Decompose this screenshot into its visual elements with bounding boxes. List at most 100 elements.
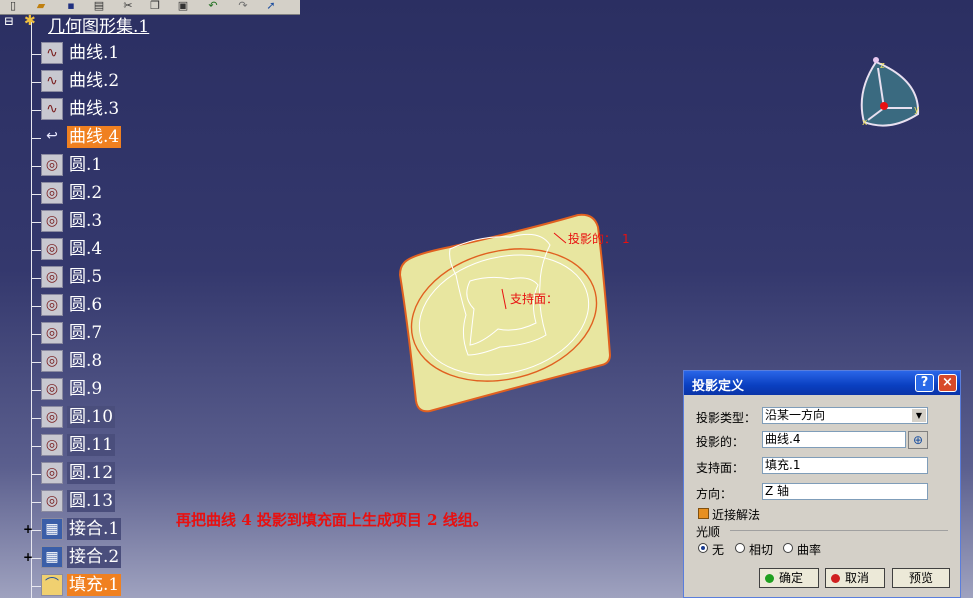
blend-icon: ▦ (41, 518, 63, 540)
chevron-down-icon[interactable]: ▼ (912, 409, 926, 422)
label-projection: 投影的： (568, 231, 616, 246)
dialog-titlebar[interactable]: 投影定义 ? × (684, 371, 960, 395)
tree-item[interactable]: ∿ 曲线.1 (31, 42, 191, 66)
tree-item[interactable]: ◎ 圆.1 (31, 154, 191, 178)
compass-axis-x: x (862, 118, 868, 128)
direction-value: Z 轴 (765, 484, 790, 498)
tree-item[interactable]: ∿ 曲线.2 (31, 70, 191, 94)
expand-icon[interactable]: + (23, 551, 33, 563)
tree-branch-line (31, 278, 41, 279)
label-support: 支持面： (510, 291, 558, 306)
tree-item[interactable]: ◎ 圆.7 (31, 322, 191, 346)
expand-icon[interactable]: + (23, 523, 33, 535)
tree-branch-line (31, 138, 41, 139)
tree-item-label: 圆.11 (67, 434, 116, 456)
tree-item-label: 填充.1 (67, 574, 122, 596)
help-button[interactable]: ? (915, 374, 934, 392)
tree-item-label: 圆.1 (69, 155, 103, 175)
support-label: 支持面： (696, 461, 745, 475)
tree-branch-line (31, 502, 41, 503)
support-value: 填充.1 (765, 458, 801, 472)
compass-icon[interactable]: z y x (850, 52, 930, 132)
tree-item-label: 圆.4 (69, 239, 103, 259)
tree-branch-line (31, 418, 41, 419)
projected-field[interactable]: 曲线.4 (762, 431, 906, 448)
circle-icon: ◎ (41, 238, 63, 260)
circle-icon: ◎ (41, 490, 63, 512)
fill-icon: ⌒ (41, 574, 63, 596)
smoothing-radio-tangent[interactable] (735, 543, 745, 553)
curve-icon: ∿ (41, 98, 63, 120)
tree-branch-line (31, 194, 41, 195)
preview-button[interactable]: 预览 (892, 568, 950, 588)
instruction-caption: 再把曲线 4 投影到填充面上生成项目 2 线组。 (176, 511, 488, 529)
tree-branch-line (31, 306, 41, 307)
direction-field[interactable]: Z 轴 (762, 483, 928, 500)
tree-item[interactable]: ∿ 曲线.3 (31, 98, 191, 122)
curve-icon: ∿ (41, 70, 63, 92)
tree-item-label: 圆.12 (67, 462, 116, 484)
tree-item[interactable]: ◎ 圆.4 (31, 238, 191, 262)
projection-type-value: 沿某一方向 (765, 408, 826, 422)
tree-branch-line (31, 250, 41, 251)
tree-item-label: 圆.8 (69, 351, 103, 371)
tree-branch-line (31, 222, 41, 223)
tree-item[interactable]: ◎ 圆.6 (31, 294, 191, 318)
smoothing-option-none: 无 (712, 543, 725, 557)
curve-icon: ∿ (41, 42, 63, 64)
tree-item-label: 曲线.2 (69, 71, 120, 91)
smoothing-radio-curvature[interactable] (783, 543, 793, 553)
cancel-icon (831, 574, 840, 583)
tree-item-label: 圆.9 (69, 379, 103, 399)
curve-icon: ↩ (46, 128, 58, 144)
globe-icon[interactable]: ⊕ (908, 431, 928, 449)
tree-item[interactable]: ◎ 圆.11 (31, 434, 191, 458)
tree-item[interactable]: ◎ 圆.9 (31, 378, 191, 402)
tree-item-label: 圆.3 (69, 211, 103, 231)
tree-item[interactable]: ◎ 圆.5 (31, 266, 191, 290)
circle-icon: ◎ (41, 350, 63, 372)
tree-branch-line (31, 586, 41, 587)
circle-icon: ◎ (41, 434, 63, 456)
ok-label: 确定 (779, 571, 804, 585)
tree-branch-line (31, 54, 41, 55)
circle-icon: ◎ (41, 182, 63, 204)
close-button[interactable]: × (938, 374, 957, 392)
tree-item[interactable]: + ▦ 接合.1 (23, 518, 191, 542)
smoothing-radio-none[interactable] (698, 543, 708, 553)
label-projection-count: 1 (622, 232, 630, 246)
tree-branch-line (31, 474, 41, 475)
ok-icon (765, 574, 774, 583)
tree-item-label: 圆.2 (69, 183, 103, 203)
circle-icon: ◎ (41, 210, 63, 232)
tree-item[interactable]: ◎ 圆.2 (31, 182, 191, 206)
nearest-checkbox[interactable] (698, 508, 709, 519)
tree-item[interactable]: ↩ 曲线.4 (31, 126, 191, 150)
tree-item[interactable]: ⌒ 填充.1 (31, 574, 191, 598)
cancel-button[interactable]: 取消 (825, 568, 885, 588)
tree-branch-line (31, 390, 41, 391)
tree-item-label: 圆.6 (69, 295, 103, 315)
tree-item-label: 圆.5 (69, 267, 103, 287)
tree-item[interactable]: ◎ 圆.12 (31, 462, 191, 486)
tree-item[interactable]: + ▦ 接合.2 (23, 546, 191, 570)
tree-item-label: 接合.1 (67, 518, 122, 540)
tree-item-label: 圆.7 (69, 323, 103, 343)
viewport-surface[interactable]: 投影的： 1 支持面： (390, 205, 630, 425)
ok-button[interactable]: 确定 (759, 568, 819, 588)
tree-item-label: 接合.2 (67, 546, 122, 568)
tree-item[interactable]: ◎ 圆.3 (31, 210, 191, 234)
collapse-icon[interactable]: ⊟ (4, 14, 14, 28)
smoothing-option-tangent: 相切 (749, 543, 774, 557)
projection-type-select[interactable]: 沿某一方向 ▼ (762, 407, 928, 424)
tree-item[interactable]: ◎ 圆.13 (31, 490, 191, 514)
tree-item-label: 曲线.4 (67, 126, 122, 148)
tree-item[interactable]: ◎ 圆.10 (31, 406, 191, 430)
tree-item[interactable]: ◎ 圆.8 (31, 350, 191, 374)
support-field[interactable]: 填充.1 (762, 457, 928, 474)
smoothing-group-line (730, 530, 948, 531)
cancel-label: 取消 (845, 571, 870, 585)
tree-branch-line (31, 446, 41, 447)
circle-icon: ◎ (41, 294, 63, 316)
projected-value: 曲线.4 (765, 432, 801, 446)
